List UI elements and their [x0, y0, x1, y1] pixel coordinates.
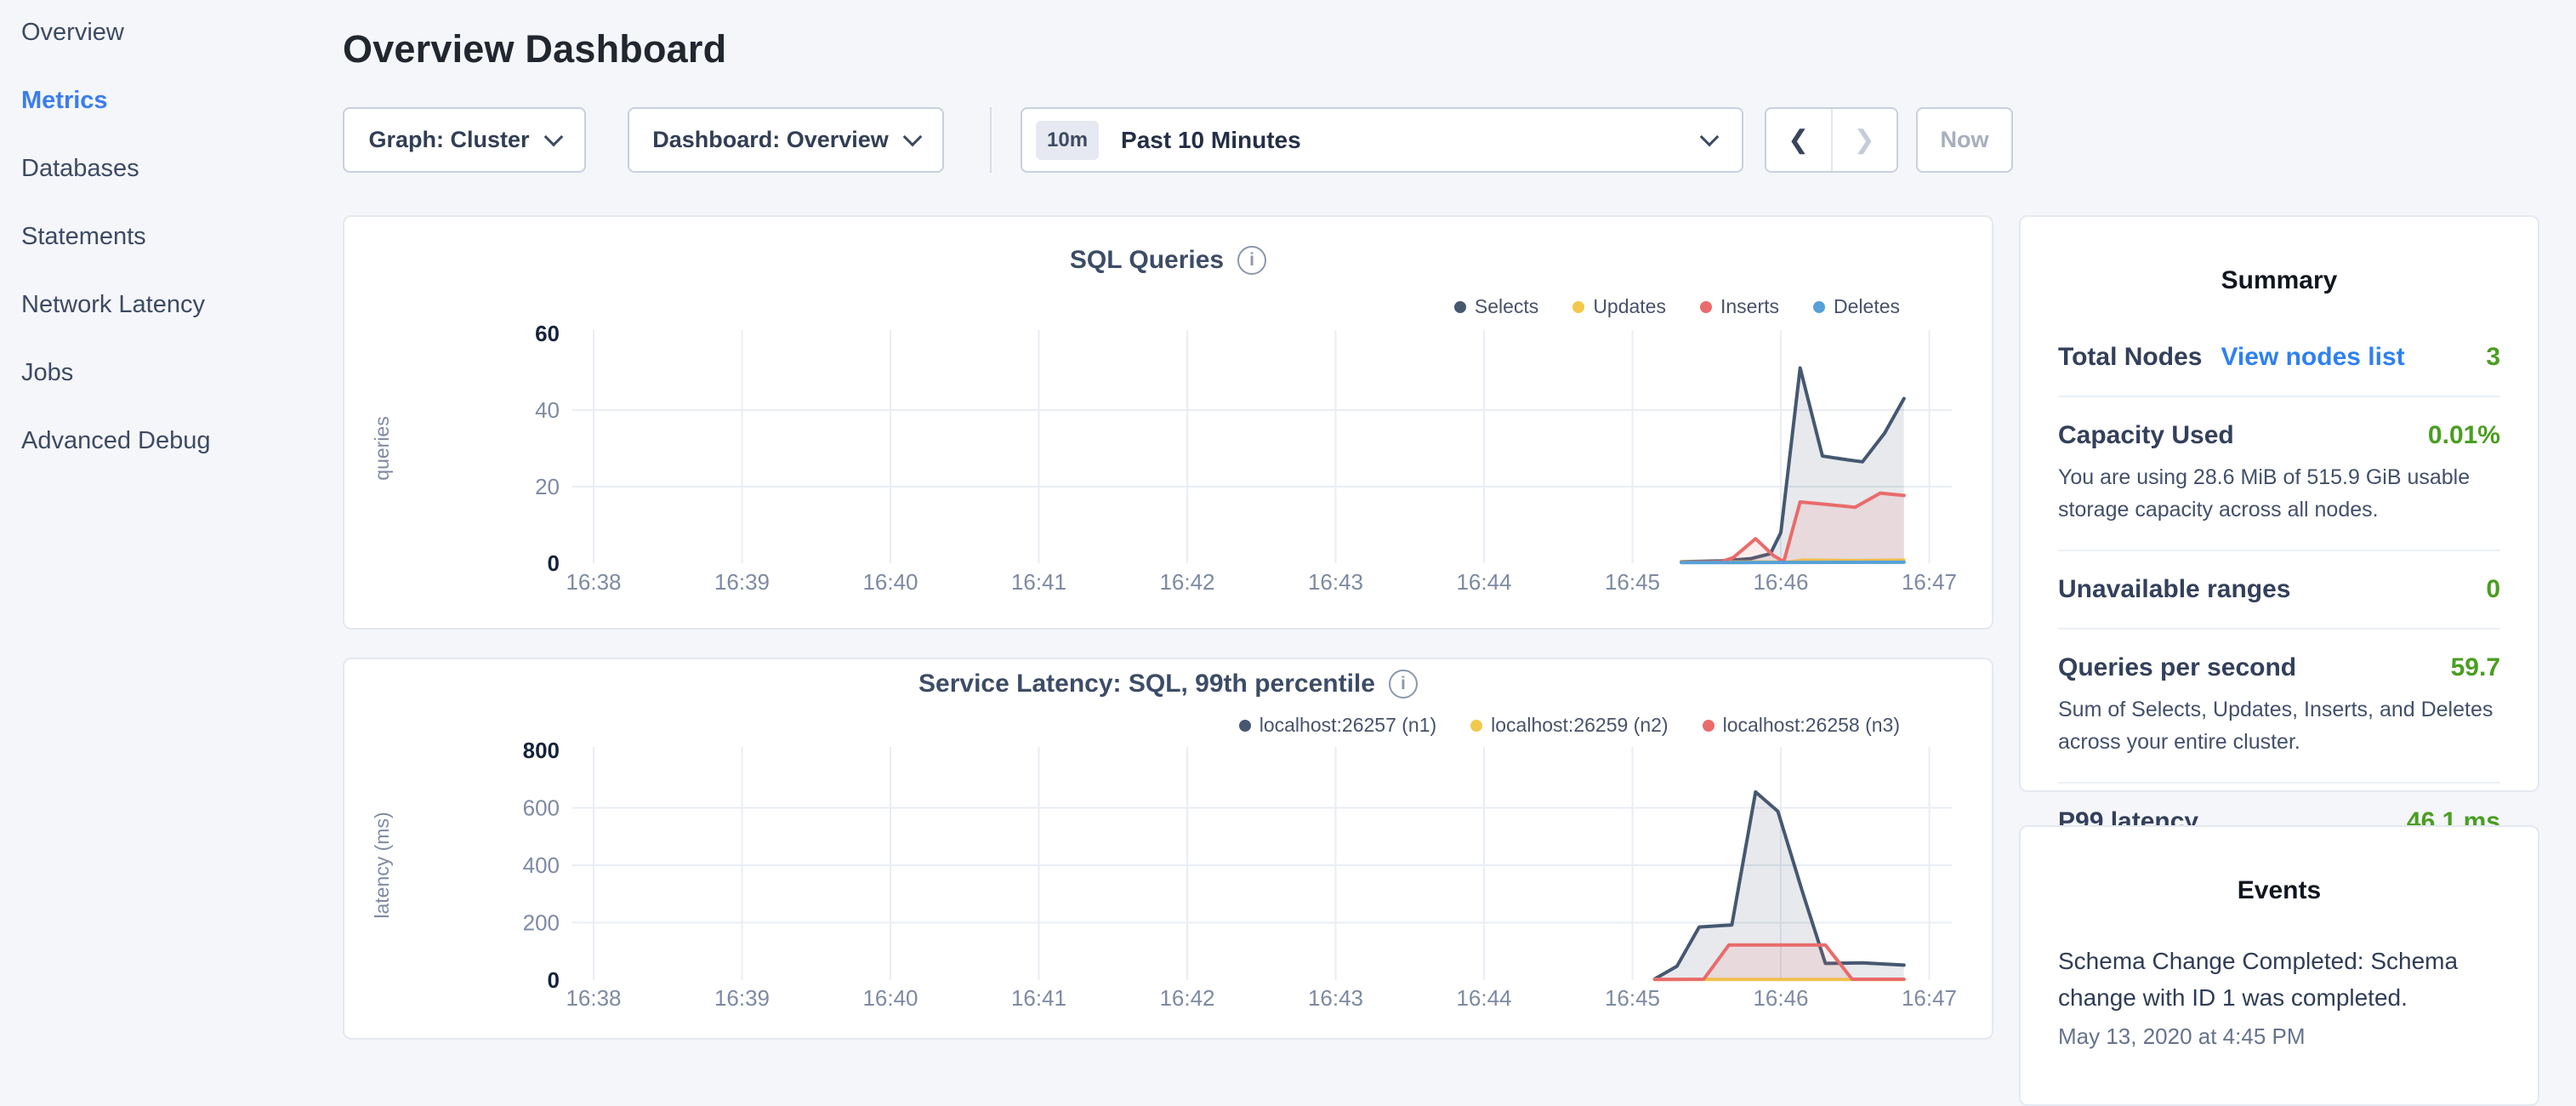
summary-row: Unavailable ranges 0: [2058, 575, 2500, 604]
summary-row-description: Sum of Selects, Updates, Inserts, and De…: [2058, 694, 2500, 758]
svg-text:16:42: 16:42: [1159, 569, 1214, 595]
time-range-label: Past 10 Minutes: [1121, 127, 1301, 154]
svg-text:queries: queries: [371, 416, 393, 480]
svg-text:16:41: 16:41: [1011, 569, 1066, 595]
summary-row-value: 59.7: [2451, 653, 2500, 682]
svg-text:16:47: 16:47: [1902, 985, 1957, 1011]
event-item: Schema Change Completed: Schema change w…: [2058, 943, 2500, 1050]
next-interval-button[interactable]: ❯: [1831, 109, 1897, 171]
sidebar-item-overview[interactable]: Overview: [21, 0, 327, 66]
summary-divider: [2058, 396, 2500, 397]
dashboard-dropdown-label: Dashboard: Overview: [652, 127, 889, 153]
svg-text:800: 800: [523, 738, 560, 763]
toolbar-divider: [990, 107, 992, 173]
svg-text:200: 200: [523, 910, 560, 936]
sql-queries-plot: 16:38 16:39 16:40 16:41 16:42 16:43 16:44 16:45…: [344, 217, 1992, 628]
summary-title: Summary: [2058, 266, 2500, 295]
svg-text:16:41: 16:41: [1011, 985, 1066, 1011]
summary-row-label: Total Nodes: [2058, 343, 2202, 372]
svg-text:16:40: 16:40: [862, 985, 918, 1011]
chevron-down-icon: [902, 128, 922, 147]
summary-row: Queries per second 59.7 Sum of Selects, Up…: [2058, 653, 2500, 758]
svg-text:600: 600: [523, 795, 560, 821]
chevron-left-icon: ❮: [1788, 128, 1809, 153]
summary-row-label: Capacity Used: [2058, 421, 2234, 450]
sidebar-nav-list: OverviewMetricsDatabasesStatementsNetwor…: [21, 0, 327, 475]
sidebar-item-advanced-debug[interactable]: Advanced Debug: [21, 407, 327, 475]
event-text: Schema Change Completed: Schema change w…: [2058, 943, 2500, 1017]
summary-row-value: 0: [2486, 575, 2500, 604]
svg-text:16:46: 16:46: [1753, 569, 1808, 595]
summary-rows: Total Nodes View nodes list 3 Capacity Used…: [2058, 343, 2500, 836]
graph-scope-dropdown-label: Graph: Cluster: [368, 127, 529, 153]
svg-text:latency (ms): latency (ms): [371, 812, 393, 918]
svg-text:20: 20: [535, 474, 560, 499]
sql-queries-chart-card: SQL Queries i SelectsUpdatesInsertsDelet…: [343, 215, 1993, 630]
summary-row-description: You are using 28.6 MiB of 515.9 GiB usab…: [2058, 462, 2500, 526]
chevron-down-icon: [543, 128, 563, 147]
dashboard-dropdown[interactable]: Dashboard: Overview: [628, 107, 944, 173]
now-button[interactable]: Now: [1916, 107, 2013, 173]
summary-divider: [2058, 628, 2500, 630]
service-latency-chart-card: Service Latency: SQL, 99th percentile i …: [343, 658, 1993, 1040]
summary-row-label: Queries per second: [2058, 653, 2296, 682]
svg-text:400: 400: [523, 852, 560, 878]
svg-text:16:39: 16:39: [714, 569, 770, 595]
summary-divider: [2058, 782, 2500, 784]
summary-panel: Summary Total Nodes View nodes list 3 Capac…: [2019, 215, 2539, 792]
events-list: Schema Change Completed: Schema change w…: [2058, 943, 2500, 1050]
svg-text:16:45: 16:45: [1605, 569, 1660, 595]
graph-scope-dropdown[interactable]: Graph: Cluster: [343, 107, 586, 173]
svg-text:40: 40: [535, 397, 560, 423]
summary-divider: [2058, 550, 2500, 551]
svg-text:16:39: 16:39: [714, 985, 770, 1011]
event-timestamp: May 13, 2020 at 4:45 PM: [2058, 1023, 2500, 1050]
chevron-down-icon: [1700, 128, 1720, 147]
svg-text:16:46: 16:46: [1753, 985, 1808, 1011]
sidebar: OverviewMetricsDatabasesStatementsNetwor…: [21, 0, 327, 475]
svg-text:0: 0: [548, 967, 560, 993]
prev-interval-button[interactable]: ❮: [1766, 109, 1831, 171]
view-nodes-link[interactable]: View nodes list: [2221, 343, 2404, 372]
svg-text:60: 60: [535, 321, 560, 346]
time-range-badge: 10m: [1036, 121, 1099, 160]
svg-text:16:40: 16:40: [862, 569, 918, 595]
time-range-dropdown[interactable]: 10m Past 10 Minutes: [1021, 107, 1743, 173]
events-title: Events: [2058, 876, 2500, 905]
svg-text:16:44: 16:44: [1456, 569, 1511, 595]
svg-text:16:43: 16:43: [1308, 569, 1363, 595]
summary-row-value: 3: [2486, 343, 2500, 372]
chevron-right-icon: ❯: [1854, 128, 1875, 153]
svg-text:16:42: 16:42: [1159, 985, 1214, 1011]
summary-row: Total Nodes View nodes list 3: [2058, 343, 2500, 372]
svg-text:16:45: 16:45: [1605, 985, 1660, 1011]
svg-text:16:38: 16:38: [566, 985, 621, 1011]
time-pager: ❮ ❯: [1765, 107, 1898, 173]
sidebar-item-statements[interactable]: Statements: [21, 202, 327, 271]
svg-text:16:38: 16:38: [566, 569, 621, 595]
service-latency-plot: 16:38 16:39 16:40 16:41 16:42 16:43 16:44 16:45…: [344, 659, 1992, 1038]
svg-text:16:47: 16:47: [1902, 569, 1957, 595]
sidebar-item-network-latency[interactable]: Network Latency: [21, 271, 327, 339]
events-panel: Events Schema Change Completed: Schema c…: [2019, 825, 2539, 1106]
svg-text:16:43: 16:43: [1308, 985, 1363, 1011]
summary-row-value: 0.01%: [2428, 421, 2500, 450]
page-title: Overview Dashboard: [343, 20, 726, 78]
svg-text:0: 0: [548, 550, 560, 576]
svg-text:16:44: 16:44: [1456, 985, 1511, 1011]
summary-row-label: Unavailable ranges: [2058, 575, 2290, 604]
toolbar: Graph: Cluster Dashboard: Overview 10m P…: [0, 107, 2576, 173]
sidebar-item-jobs[interactable]: Jobs: [21, 339, 327, 407]
summary-row: Capacity Used 0.01% You are using 28.6 MiB…: [2058, 421, 2500, 526]
